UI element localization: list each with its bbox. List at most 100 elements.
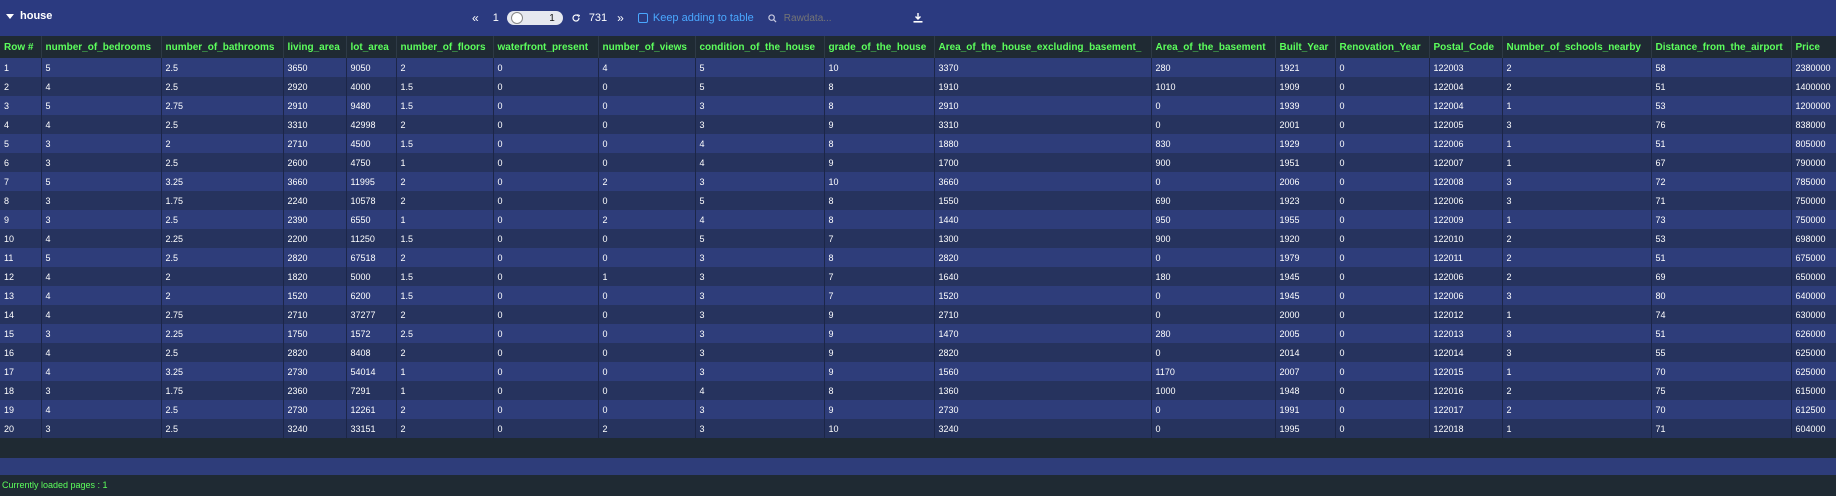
table-cell: 2 (396, 172, 494, 191)
table-cell: 3 (1502, 286, 1652, 305)
table-cell: 14 (0, 305, 42, 324)
table-cell: 1520 (934, 286, 1152, 305)
table-row[interactable]: 6 3 2.5 2600 4750 1 0 0 4 9 1700 900 1951 0 122007 1 67 7… (0, 153, 1836, 172)
table-cell: 3240 (283, 419, 347, 438)
column-header[interactable]: Area_of_the_basement (1151, 36, 1276, 58)
table-cell: 8 (824, 96, 935, 115)
table-cell: 2 (161, 267, 284, 286)
table-cell: 2 (1502, 381, 1652, 400)
table-row[interactable]: 15 3 2.25 1750 1572 2.5 0 0 3 9 1470 280 2005 0 122013… (0, 324, 1836, 343)
table-row[interactable]: 17 4 3.25 2730 54014 1 0 0 3 9 1560 1170 2007 0 122015… (0, 362, 1836, 381)
table-row[interactable]: 18 3 1.75 2360 7291 1 0 0 4 8 1360 1000 1948 0 122016 2… (0, 381, 1836, 400)
table-cell: 1 (1502, 153, 1652, 172)
table-cell: 51 (1651, 324, 1792, 343)
table-cell: 2 (0, 77, 42, 96)
column-header[interactable]: number_of_views (598, 36, 696, 58)
table-cell: 1.75 (161, 191, 284, 210)
table-cell: 2 (1502, 267, 1652, 286)
table-cell: 1.75 (161, 381, 284, 400)
column-header[interactable]: grade_of_the_house (824, 36, 935, 58)
table-row[interactable]: 1 5 2.5 3650 9050 2 0 4 5 10 3370 280 1921 0 122003 2 58… (0, 58, 1836, 77)
next-page-button[interactable]: » (617, 11, 624, 25)
table-cell: 1.5 (396, 134, 494, 153)
search-input[interactable] (781, 11, 876, 25)
table-cell: 0 (1151, 286, 1276, 305)
table-cell: 4 (695, 153, 825, 172)
table-cell: 650000 (1791, 267, 1836, 286)
table-row[interactable]: 3 5 2.75 2910 9480 1.5 0 0 3 8 2910 0 1939 0 122004 1 53… (0, 96, 1836, 115)
table-cell: 4500 (346, 134, 397, 153)
table-row[interactable]: 19 4 2.5 2730 12261 2 0 0 3 9 2730 0 1991 0 122017 2 70 6… (0, 400, 1836, 419)
table-cell: 2001 (1275, 115, 1336, 134)
table-cell: 3 (695, 419, 825, 438)
column-header[interactable]: Distance_from_the_airport (1651, 36, 1792, 58)
table-cell: 122011 (1429, 248, 1503, 267)
table-row[interactable]: 13 4 2 1520 6200 1.5 0 0 3 7 1520 0 1945 0 122006 3 80 64… (0, 286, 1836, 305)
table-cell: 0 (1335, 343, 1430, 362)
table-row[interactable]: 8 3 1.75 2240 10578 2 0 0 5 8 1550 690 1923 0 122006 3 7… (0, 191, 1836, 210)
table-row[interactable]: 16 4 2.5 2820 8408 2 0 0 3 9 2820 0 2014 0 122014 3 55 62… (0, 343, 1836, 362)
keep-adding-toggle[interactable]: Keep adding to table (637, 12, 754, 24)
download-icon[interactable] (912, 12, 924, 24)
column-header[interactable]: condition_of_the_house (695, 36, 825, 58)
table-cell: 2 (396, 343, 494, 362)
table-cell: 58 (1651, 58, 1792, 77)
table-cell: 10578 (346, 191, 397, 210)
table-row[interactable]: 14 4 2.75 2710 37277 2 0 0 3 9 2710 0 2000 0 122012 1 74… (0, 305, 1836, 324)
table-row[interactable]: 9 3 2.5 2390 6550 1 0 2 4 8 1440 950 1955 0 122009 1 73 7… (0, 210, 1836, 229)
table-cell: 3.25 (161, 172, 284, 191)
checkbox-icon[interactable] (637, 13, 648, 23)
prev-page-button[interactable]: « (472, 11, 479, 25)
page-number-input[interactable]: 1 (506, 11, 563, 25)
table-cell: 122017 (1429, 400, 1503, 419)
column-header[interactable]: living_area (283, 36, 347, 58)
column-header[interactable]: Price (1791, 36, 1836, 58)
table-cell: 5 (695, 191, 825, 210)
table-cell: 0 (598, 77, 696, 96)
search-box[interactable] (768, 11, 876, 25)
column-header[interactable]: Number_of_schools_nearby (1502, 36, 1652, 58)
table-row[interactable]: 7 5 3.25 3660 11995 2 0 2 3 10 3660 0 2006 0 122008 3 72… (0, 172, 1836, 191)
collapse-caret-icon[interactable] (6, 13, 14, 19)
column-header[interactable]: number_of_bathrooms (161, 36, 284, 58)
table-cell: 1.5 (396, 96, 494, 115)
table-cell: 0 (598, 248, 696, 267)
table-cell: 1820 (283, 267, 347, 286)
table-cell: 3 (41, 381, 162, 400)
table-row[interactable]: 12 4 2 1820 5000 1.5 0 1 3 7 1640 180 1945 0 122006 2 69… (0, 267, 1836, 286)
refresh-icon[interactable] (571, 13, 581, 23)
column-header[interactable]: Built_Year (1275, 36, 1336, 58)
table-cell: 122018 (1429, 419, 1503, 438)
table-cell: 9050 (346, 58, 397, 77)
table-cell: 3 (1502, 115, 1652, 134)
table-cell: 3 (695, 248, 825, 267)
table-cell: 2.5 (161, 248, 284, 267)
table-cell: 630000 (1791, 305, 1836, 324)
column-header[interactable]: lot_area (346, 36, 397, 58)
table-cell: 0 (493, 343, 599, 362)
table-cell: 10 (824, 419, 935, 438)
table-cell: 3 (41, 153, 162, 172)
table-row[interactable]: 20 3 2.5 3240 33151 2 0 2 3 10 3240 0 1995 0 122018 1 71… (0, 419, 1836, 438)
column-header[interactable]: Renovation_Year (1335, 36, 1430, 58)
column-header[interactable]: waterfront_present (493, 36, 599, 58)
table-cell: 5 (41, 172, 162, 191)
column-header[interactable]: Area_of_the_house_excluding_basement_ (934, 36, 1152, 58)
table-row[interactable]: 4 4 2.5 3310 42998 2 0 0 3 9 3310 0 2001 0 122005 3 76 83… (0, 115, 1836, 134)
column-header[interactable]: number_of_bedrooms (41, 36, 162, 58)
table-cell: 9 (824, 324, 935, 343)
table-row[interactable]: 10 4 2.25 2200 11250 1.5 0 0 5 7 1300 900 1920 0 12201… (0, 229, 1836, 248)
table-cell: 0 (493, 77, 599, 96)
table-cell: 1951 (1275, 153, 1336, 172)
table-row[interactable]: 2 4 2.5 2920 4000 1.5 0 0 5 8 1910 1010 1909 0 122004 2… (0, 77, 1836, 96)
table-cell: 0 (493, 362, 599, 381)
column-header[interactable]: Postal_Code (1429, 36, 1503, 58)
column-header[interactable]: number_of_floors (396, 36, 494, 58)
column-header[interactable]: Row # (0, 36, 42, 58)
table-cell: 0 (598, 286, 696, 305)
table-cell: 0 (1151, 419, 1276, 438)
table-cell: 51 (1651, 77, 1792, 96)
table-title[interactable]: house (6, 10, 52, 22)
table-row[interactable]: 11 5 2.5 2820 67518 2 0 0 3 8 2820 0 1979 0 122011 2 51 6… (0, 248, 1836, 267)
table-row[interactable]: 5 3 2 2710 4500 1.5 0 0 4 8 1880 830 1929 0 122006 1 51 8… (0, 134, 1836, 153)
